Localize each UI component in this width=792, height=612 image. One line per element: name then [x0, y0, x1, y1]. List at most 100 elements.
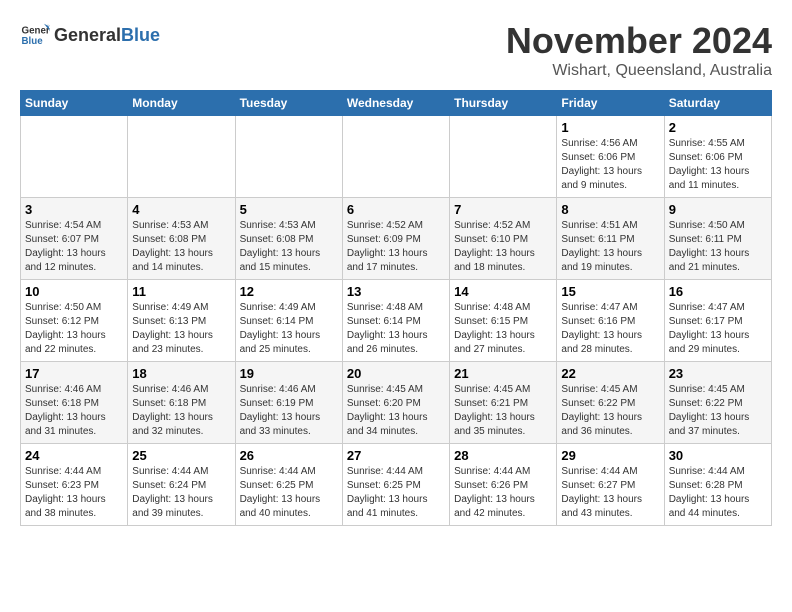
calendar-cell	[450, 116, 557, 198]
calendar-cell: 22Sunrise: 4:45 AM Sunset: 6:22 PM Dayli…	[557, 362, 664, 444]
day-number: 18	[132, 366, 230, 381]
header-day-monday: Monday	[128, 91, 235, 116]
week-row-4: 17 Sunrise: 4:46 AM Sunset: 6:18 PM Dayli…	[21, 362, 772, 444]
day-number: 13	[347, 284, 445, 299]
week-row-2: 3Sunrise: 4:54 AM Sunset: 6:07 PM Daylig…	[21, 198, 772, 280]
day-info: Sunrise: 4:47 AM Sunset: 6:16 PM Dayligh…	[561, 301, 659, 357]
day-number: 16	[669, 284, 767, 299]
week-row-1: 1 Sunrise: 4:56 AM Sunset: 6:06 PM Daylig…	[21, 116, 772, 198]
day-info: Sunrise: 4:44 AM Sunset: 6:25 PM Dayligh…	[240, 465, 338, 521]
day-info: Sunrise: 4:52 AM Sunset: 6:09 PM Dayligh…	[347, 219, 445, 275]
calendar-cell: 9Sunrise: 4:50 AM Sunset: 6:11 PM Daylig…	[664, 198, 771, 280]
header-row: SundayMondayTuesdayWednesdayThursdayFrid…	[21, 91, 772, 116]
day-info: Sunrise: 4:52 AM Sunset: 6:10 PM Dayligh…	[454, 219, 552, 275]
day-info: Sunrise: 4:44 AM Sunset: 6:26 PM Dayligh…	[454, 465, 552, 521]
day-number: 28	[454, 448, 552, 463]
day-info: Sunrise: 4:49 AM Sunset: 6:14 PM Dayligh…	[240, 301, 338, 357]
calendar-body: 1 Sunrise: 4:56 AM Sunset: 6:06 PM Daylig…	[21, 116, 772, 526]
calendar-header: SundayMondayTuesdayWednesdayThursdayFrid…	[21, 91, 772, 116]
day-number: 5	[240, 202, 338, 217]
day-number: 26	[240, 448, 338, 463]
header-day-tuesday: Tuesday	[235, 91, 342, 116]
day-info: Sunrise: 4:53 AM Sunset: 6:08 PM Dayligh…	[240, 219, 338, 275]
day-number: 24	[25, 448, 123, 463]
day-number: 17	[25, 366, 123, 381]
day-number: 20	[347, 366, 445, 381]
calendar-cell: 18 Sunrise: 4:46 AM Sunset: 6:18 PM Dayli…	[128, 362, 235, 444]
title-area: November 2024 Wishart, Queensland, Austr…	[506, 20, 772, 80]
day-number: 19	[240, 366, 338, 381]
calendar-cell: 19 Sunrise: 4:46 AM Sunset: 6:19 PM Dayli…	[235, 362, 342, 444]
day-info: Sunrise: 4:46 AM Sunset: 6:19 PM Dayligh…	[240, 383, 338, 439]
calendar-cell	[235, 116, 342, 198]
calendar-cell: 6 Sunrise: 4:52 AM Sunset: 6:09 PM Daylig…	[342, 198, 449, 280]
calendar-cell: 4Sunrise: 4:53 AM Sunset: 6:08 PM Daylig…	[128, 198, 235, 280]
day-info: Sunrise: 4:55 AM Sunset: 6:06 PM Dayligh…	[669, 137, 767, 193]
day-number: 12	[240, 284, 338, 299]
day-info: Sunrise: 4:46 AM Sunset: 6:18 PM Dayligh…	[132, 383, 230, 439]
calendar-cell: 16 Sunrise: 4:47 AM Sunset: 6:17 PM Dayli…	[664, 280, 771, 362]
day-number: 25	[132, 448, 230, 463]
day-number: 9	[669, 202, 767, 217]
calendar-cell: 21Sunrise: 4:45 AM Sunset: 6:21 PM Dayli…	[450, 362, 557, 444]
calendar-cell: 8 Sunrise: 4:51 AM Sunset: 6:11 PM Daylig…	[557, 198, 664, 280]
calendar-cell: 5 Sunrise: 4:53 AM Sunset: 6:08 PM Daylig…	[235, 198, 342, 280]
day-number: 14	[454, 284, 552, 299]
day-info: Sunrise: 4:49 AM Sunset: 6:13 PM Dayligh…	[132, 301, 230, 357]
calendar-cell: 29Sunrise: 4:44 AM Sunset: 6:27 PM Dayli…	[557, 444, 664, 526]
calendar-cell: 27Sunrise: 4:44 AM Sunset: 6:25 PM Dayli…	[342, 444, 449, 526]
header-day-wednesday: Wednesday	[342, 91, 449, 116]
day-number: 7	[454, 202, 552, 217]
main-title: November 2024	[506, 20, 772, 62]
day-info: Sunrise: 4:44 AM Sunset: 6:27 PM Dayligh…	[561, 465, 659, 521]
day-info: Sunrise: 4:46 AM Sunset: 6:18 PM Dayligh…	[25, 383, 123, 439]
calendar-cell: 10Sunrise: 4:50 AM Sunset: 6:12 PM Dayli…	[21, 280, 128, 362]
day-number: 1	[561, 120, 659, 135]
day-number: 30	[669, 448, 767, 463]
day-info: Sunrise: 4:45 AM Sunset: 6:22 PM Dayligh…	[669, 383, 767, 439]
day-info: Sunrise: 4:48 AM Sunset: 6:14 PM Dayligh…	[347, 301, 445, 357]
header-day-friday: Friday	[557, 91, 664, 116]
day-number: 11	[132, 284, 230, 299]
calendar-cell: 25 Sunrise: 4:44 AM Sunset: 6:24 PM Dayli…	[128, 444, 235, 526]
day-info: Sunrise: 4:45 AM Sunset: 6:22 PM Dayligh…	[561, 383, 659, 439]
calendar-cell: 12 Sunrise: 4:49 AM Sunset: 6:14 PM Dayli…	[235, 280, 342, 362]
day-info: Sunrise: 4:48 AM Sunset: 6:15 PM Dayligh…	[454, 301, 552, 357]
day-number: 8	[561, 202, 659, 217]
calendar: SundayMondayTuesdayWednesdayThursdayFrid…	[20, 90, 772, 526]
calendar-cell	[21, 116, 128, 198]
calendar-cell: 14 Sunrise: 4:48 AM Sunset: 6:15 PM Dayli…	[450, 280, 557, 362]
calendar-cell: 7 Sunrise: 4:52 AM Sunset: 6:10 PM Daylig…	[450, 198, 557, 280]
svg-text:General: General	[22, 26, 51, 37]
day-info: Sunrise: 4:56 AM Sunset: 6:06 PM Dayligh…	[561, 137, 659, 193]
calendar-cell: 1 Sunrise: 4:56 AM Sunset: 6:06 PM Daylig…	[557, 116, 664, 198]
header-day-saturday: Saturday	[664, 91, 771, 116]
logo-text-blue: Blue	[121, 25, 160, 46]
logo: General Blue GeneralBlue	[20, 20, 160, 50]
calendar-cell: 15 Sunrise: 4:47 AM Sunset: 6:16 PM Dayli…	[557, 280, 664, 362]
day-number: 3	[25, 202, 123, 217]
day-info: Sunrise: 4:44 AM Sunset: 6:25 PM Dayligh…	[347, 465, 445, 521]
calendar-cell: 20 Sunrise: 4:45 AM Sunset: 6:20 PM Dayli…	[342, 362, 449, 444]
logo-text-general: General	[54, 25, 121, 46]
day-info: Sunrise: 4:45 AM Sunset: 6:21 PM Dayligh…	[454, 383, 552, 439]
day-number: 6	[347, 202, 445, 217]
calendar-cell: 30 Sunrise: 4:44 AM Sunset: 6:28 PM Dayli…	[664, 444, 771, 526]
day-info: Sunrise: 4:47 AM Sunset: 6:17 PM Dayligh…	[669, 301, 767, 357]
header-day-thursday: Thursday	[450, 91, 557, 116]
svg-text:Blue: Blue	[22, 36, 44, 47]
calendar-cell	[128, 116, 235, 198]
calendar-cell: 24 Sunrise: 4:44 AM Sunset: 6:23 PM Dayli…	[21, 444, 128, 526]
day-info: Sunrise: 4:44 AM Sunset: 6:24 PM Dayligh…	[132, 465, 230, 521]
calendar-cell: 2Sunrise: 4:55 AM Sunset: 6:06 PM Daylig…	[664, 116, 771, 198]
calendar-cell: 3Sunrise: 4:54 AM Sunset: 6:07 PM Daylig…	[21, 198, 128, 280]
calendar-cell: 26 Sunrise: 4:44 AM Sunset: 6:25 PM Dayli…	[235, 444, 342, 526]
day-info: Sunrise: 4:45 AM Sunset: 6:20 PM Dayligh…	[347, 383, 445, 439]
day-info: Sunrise: 4:44 AM Sunset: 6:23 PM Dayligh…	[25, 465, 123, 521]
header: General Blue GeneralBlue November 2024 W…	[20, 20, 772, 80]
subtitle: Wishart, Queensland, Australia	[506, 62, 772, 80]
day-info: Sunrise: 4:51 AM Sunset: 6:11 PM Dayligh…	[561, 219, 659, 275]
day-info: Sunrise: 4:44 AM Sunset: 6:28 PM Dayligh…	[669, 465, 767, 521]
day-number: 23	[669, 366, 767, 381]
day-number: 15	[561, 284, 659, 299]
